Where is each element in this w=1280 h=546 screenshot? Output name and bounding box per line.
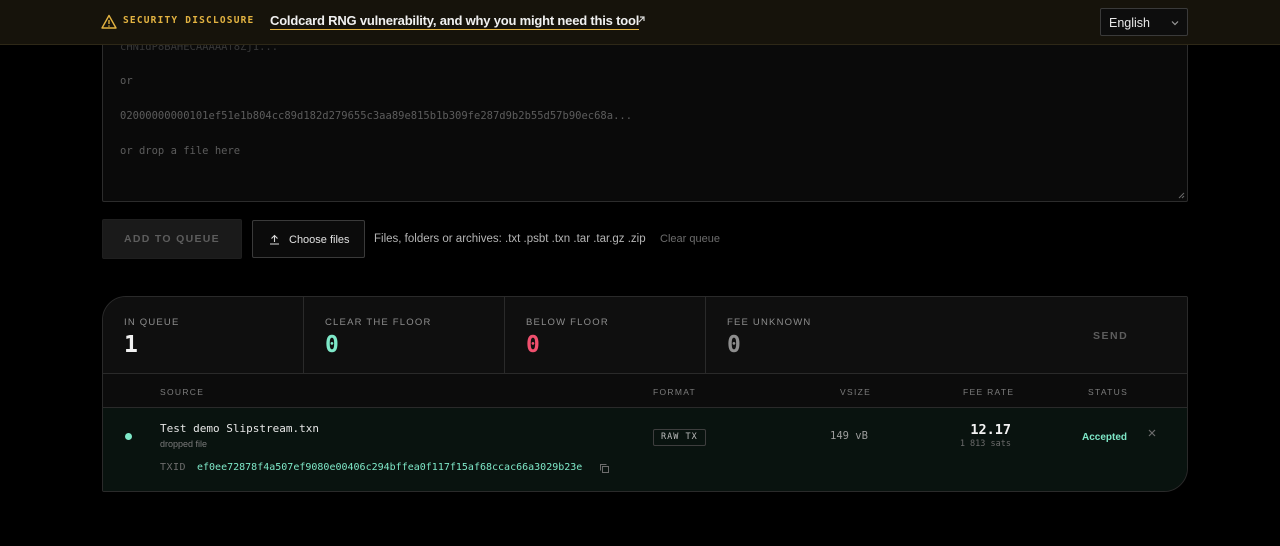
queue-stats: IN QUEUE 1 CLEAR THE FLOOR 0 BELOW FLOOR… xyxy=(103,297,1187,374)
remove-icon[interactable] xyxy=(1147,428,1157,438)
external-link-icon[interactable] xyxy=(636,14,647,25)
vsize-value: 149 vB xyxy=(830,430,868,442)
choose-files-button[interactable]: Choose files xyxy=(252,220,365,258)
stat-label: CLEAR THE FLOOR xyxy=(325,317,432,328)
fee-sats-value: 1 813 sats xyxy=(959,439,1011,449)
add-to-queue-button[interactable]: ADD TO QUEUE xyxy=(102,219,242,259)
language-select[interactable]: English xyxy=(1100,8,1188,36)
stat-value: 0 xyxy=(526,332,540,358)
files-hint: Files, folders or archives: .txt .psbt .… xyxy=(374,233,646,245)
status-dot xyxy=(125,433,132,440)
column-header-status: STATUS xyxy=(1088,387,1129,397)
stat-label: IN QUEUE xyxy=(124,317,180,328)
placeholder-line: 02000000000101ef51e1b804cc89d182d279655c… xyxy=(120,110,633,122)
column-header-fee-rate: FEE RATE xyxy=(963,387,1015,397)
warning-icon xyxy=(101,14,117,29)
chevron-down-icon xyxy=(1171,21,1179,26)
copy-icon[interactable] xyxy=(599,463,610,474)
txid-label: TXID xyxy=(160,462,187,473)
txid-value[interactable]: ef0ee72878f4a507ef9080e00406c294bffea0f1… xyxy=(197,462,582,473)
choose-files-label: Choose files xyxy=(289,234,350,246)
format-badge: RAW TX xyxy=(653,429,706,446)
source-subtext: dropped file xyxy=(160,439,208,449)
stat-value: 0 xyxy=(325,332,339,358)
transaction-input[interactable]: cHNidP8BAHECAAAAAf8Zj1... or 02000000000… xyxy=(102,30,1188,202)
disclosure-link[interactable]: Coldcard RNG vulnerability, and why you … xyxy=(270,13,639,30)
stat-below-floor: BELOW FLOOR 0 xyxy=(505,297,706,374)
placeholder-line: or drop a file here xyxy=(120,145,241,157)
stat-clear-floor: CLEAR THE FLOOR 0 xyxy=(304,297,505,374)
language-selected: English xyxy=(1109,16,1150,30)
table-row[interactable]: Test demo Slipstream.txn dropped file RA… xyxy=(103,408,1187,491)
fee-rate-value: 12.17 xyxy=(970,422,1011,438)
queue-panel: IN QUEUE 1 CLEAR THE FLOOR 0 BELOW FLOOR… xyxy=(102,296,1188,492)
stat-value: 0 xyxy=(727,332,741,358)
column-header-format: FORMAT xyxy=(653,387,697,397)
column-header-vsize: VSIZE xyxy=(840,387,872,397)
queue-table-header: SOURCE FORMAT VSIZE FEE RATE STATUS xyxy=(103,374,1187,408)
upload-icon xyxy=(270,234,279,245)
stat-label: FEE UNKNOWN xyxy=(727,317,812,328)
resize-handle-icon[interactable] xyxy=(1178,192,1185,199)
send-button[interactable]: SEND xyxy=(1093,330,1128,342)
stat-fee-unknown: FEE UNKNOWN 0 xyxy=(706,297,907,374)
column-header-source: SOURCE xyxy=(160,387,205,397)
security-disclosure-tag: SECURITY DISCLOSURE xyxy=(123,15,255,26)
stat-in-queue: IN QUEUE 1 xyxy=(103,297,304,374)
clear-queue-link[interactable]: Clear queue xyxy=(660,233,720,245)
stat-label: BELOW FLOOR xyxy=(526,317,609,328)
stat-value: 1 xyxy=(124,332,138,358)
security-banner: SECURITY DISCLOSURE Coldcard RNG vulnera… xyxy=(0,0,1280,45)
status-badge: Accepted xyxy=(1082,432,1128,443)
source-filename: Test demo Slipstream.txn xyxy=(160,422,319,435)
placeholder-line: or xyxy=(120,75,133,87)
